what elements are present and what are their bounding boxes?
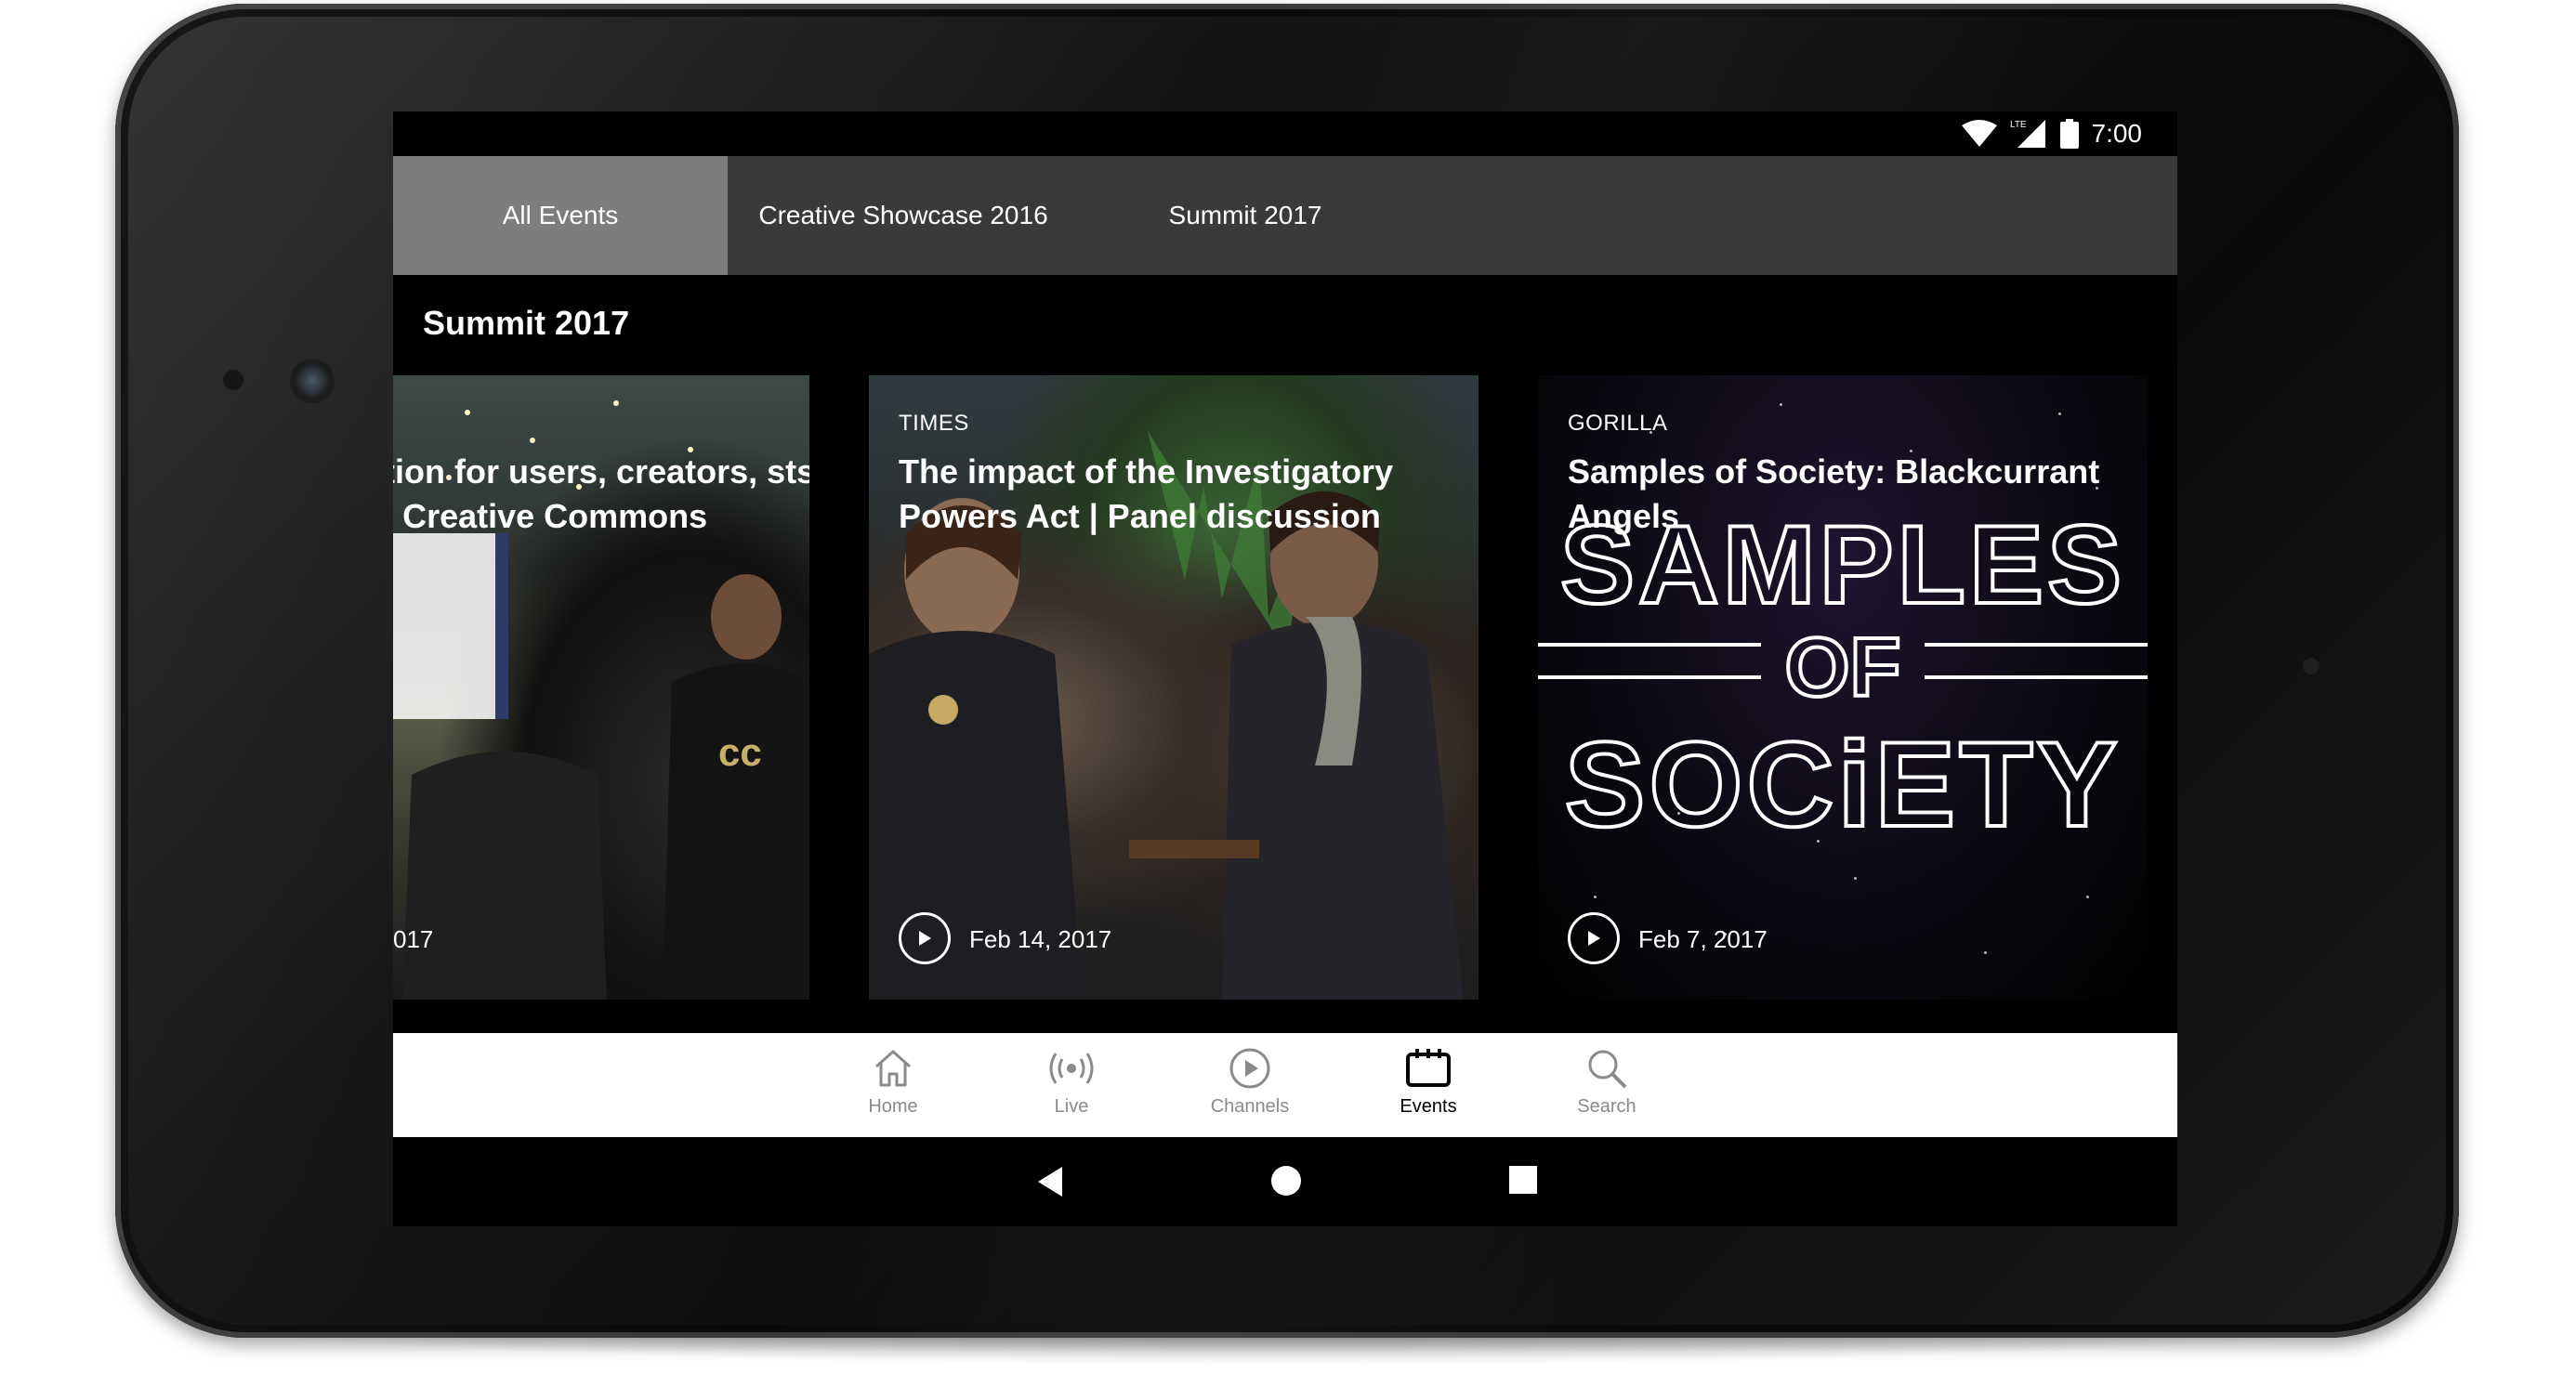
lte-signal-icon: LTE [2010,120,2045,148]
play-circle-icon [1229,1048,1270,1089]
home-circle-icon[interactable] [1270,1165,1302,1197]
sensor-dot [223,370,243,390]
card-date: 017 [393,925,434,953]
live-icon [1049,1053,1094,1084]
nav-home[interactable]: Home [823,1046,963,1132]
home-icon [875,1050,911,1087]
light-sensor [2303,658,2320,674]
card-date: Feb 7, 2017 [1638,925,1768,953]
play-icon [1588,931,1600,946]
svg-text:cc: cc [718,730,762,774]
play-icon [919,931,931,946]
event-card-investigatory-powers[interactable]: TIMES The impact of the Investigatory Po… [869,375,1479,1000]
event-tabs: All Events Creative Showcase 2016 Summit… [393,156,2177,275]
search-icon [1588,1050,1627,1089]
wifi-icon [1961,120,1997,147]
lte-label: LTE [2010,120,2027,130]
card-title: The impact of the Investigatory Powers A… [899,452,1394,535]
status-time: 7:00 [2091,119,2143,148]
card-date: Feb 14, 2017 [969,925,1112,953]
card-title: Samples of Society: Blackcurrant Angels [1568,452,2100,535]
calendar-icon [1406,1049,1451,1087]
nav-live-label: Live [1054,1096,1089,1117]
nav-channels[interactable]: Channels [1180,1046,1320,1132]
nav-live[interactable]: Live [1002,1046,1141,1132]
nav-events-label: Events [1400,1096,1457,1117]
status-bar: LTE 7:00 [393,111,2177,156]
svg-text:SOCiETY: SOCiETY [1565,716,2122,852]
bottom-navigation: Home Live Channels Events Search [393,1033,2177,1137]
nav-events[interactable]: Events [1359,1046,1498,1132]
card-title: tion for users, creators, sts | Creative… [393,452,809,535]
nav-channels-label: Channels [1210,1096,1290,1117]
tab-summit-2017[interactable]: Summit 2017 [1079,156,1412,275]
screen: LTE 7:00 All Events Creative Showcase 20… [393,111,2177,1226]
tab-creative-showcase-2016[interactable]: Creative Showcase 2016 [728,156,1079,275]
battery-icon [2059,119,2079,149]
card-label: GORILLA [1568,411,1668,436]
system-navigation-bar [393,1137,2177,1226]
status-icons: LTE 7:00 [1961,111,2143,156]
nav-home-label: Home [868,1096,918,1117]
event-card-samples-of-society[interactable]: SAMPLES OF SOCiETY GORILLA Samples of So… [1538,375,2148,1000]
samples-of-society-artwork: SAMPLES OF SOCiETY [1538,505,2148,854]
play-button[interactable] [1568,912,1620,964]
nav-search[interactable]: Search [1537,1046,1676,1132]
recents-icon[interactable] [1508,1165,1538,1195]
nav-search-label: Search [1577,1096,1636,1117]
front-camera-icon [294,362,331,399]
back-icon[interactable] [1034,1165,1066,1198]
play-button[interactable] [899,912,951,964]
event-card-creative-commons[interactable]: cc tion for users, creators, sts | Creat… [393,375,809,1000]
card-label: TIMES [899,411,969,436]
tab-all-events[interactable]: All Events [393,156,728,275]
svg-text:OF: OF [1785,622,1901,714]
section-title: Summit 2017 [423,304,630,342]
